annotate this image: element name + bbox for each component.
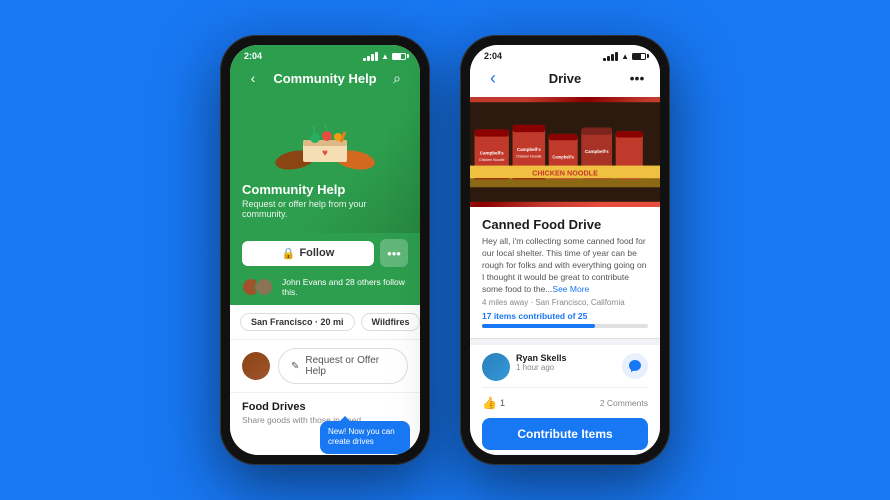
follow-row: 🔒 Follow ••• — [230, 233, 420, 273]
filter-row: San Francisco · 20 mi Wildfires Food Ele… — [230, 305, 420, 340]
time-right: 2:04 — [484, 51, 502, 61]
wifi-icon: ▲ — [381, 52, 389, 61]
cans-svg: Campbell's Chicken Noodle Campbell's Chi… — [470, 97, 660, 207]
svg-text:Chicken Noodle: Chicken Noodle — [516, 154, 541, 158]
phone2-header: ‹ Drive ••• — [470, 63, 660, 97]
status-icons-left: ▲ — [363, 52, 406, 61]
wifi-icon-right: ▲ — [621, 52, 629, 61]
comment-time: 1 hour ago — [516, 363, 616, 372]
drive-content: Canned Food Drive Hey all, i'm collectin… — [470, 207, 660, 339]
status-bar-left: 2:04 ▲ — [230, 45, 420, 63]
followers-text: John Evans and 28 others follow this. — [282, 277, 408, 297]
follower-avatar-2 — [255, 278, 273, 296]
status-bar-right: 2:04 ▲ — [470, 45, 660, 63]
time-left: 2:04 — [244, 51, 262, 61]
filter-chip-location[interactable]: San Francisco · 20 mi — [240, 313, 355, 331]
svg-text:Campbell's: Campbell's — [552, 154, 574, 159]
banner-title: Community Help — [242, 182, 345, 197]
community-banner: ♥ Community Help Requ — [230, 97, 420, 233]
progress-bar-fill — [482, 324, 595, 328]
like-reaction: 👍 1 — [482, 396, 505, 410]
commenter-avatar — [482, 353, 510, 381]
follower-avatars — [242, 278, 268, 296]
comment-info: Ryan Skells 1 hour ago — [516, 353, 616, 372]
comment-row: Ryan Skells 1 hour ago — [482, 353, 648, 381]
see-more-link[interactable]: See More — [552, 284, 589, 294]
request-offer-button[interactable]: ✎ Request or Offer Help — [278, 348, 408, 384]
svg-text:Campbell's: Campbell's — [517, 147, 541, 152]
svg-text:Campbell's: Campbell's — [585, 149, 609, 154]
filter-chip-wildfires[interactable]: Wildfires — [361, 313, 420, 331]
phones-container: 2:04 ▲ — [220, 35, 670, 465]
reactions-row: 👍 1 2 Comments — [482, 392, 648, 414]
comment-divider — [482, 387, 648, 388]
signal-icon-right — [603, 52, 618, 61]
status-icons-right: ▲ — [603, 52, 646, 61]
food-drives-section: Food Drives Share goods with those in ne… — [230, 393, 420, 433]
request-row: ✎ Request or Offer Help — [230, 340, 420, 393]
like-emoji: 👍 — [482, 396, 497, 410]
svg-text:Chicken Noodle: Chicken Noodle — [479, 158, 504, 162]
banner-illustration: ♥ — [242, 109, 408, 174]
contribute-button[interactable]: Contribute Items — [482, 418, 648, 450]
drive-meta: 4 miles away · San Francisco, California — [482, 298, 648, 307]
battery-icon-right — [632, 53, 646, 60]
drive-title: Canned Food Drive — [482, 217, 648, 232]
more-button[interactable]: ••• — [380, 239, 408, 267]
search-button[interactable]: ⌕ — [386, 67, 408, 89]
svg-text:♥: ♥ — [322, 148, 328, 159]
canned-food-image: Campbell's Chicken Noodle Campbell's Chi… — [470, 97, 660, 207]
back-button-right[interactable]: ‹ — [482, 67, 504, 89]
phone1-header: ‹ Community Help ⌕ — [230, 63, 420, 97]
hands-illustration: ♥ — [265, 112, 385, 172]
edit-icon: ✎ — [291, 361, 299, 372]
drive-description: Hey all, i'm collecting some canned food… — [482, 236, 648, 295]
messenger-button[interactable] — [622, 353, 648, 379]
signal-icon — [363, 52, 378, 61]
like-count: 1 — [500, 398, 505, 408]
svg-text:Campbell's: Campbell's — [480, 151, 504, 156]
progress-bar — [482, 324, 648, 328]
request-offer-label: Request or Offer Help — [305, 355, 395, 377]
followers-row: John Evans and 28 others follow this. — [230, 273, 420, 305]
more-button-right[interactable]: ••• — [626, 67, 648, 89]
drive-progress-label: 17 items contributed of 25 — [482, 311, 648, 321]
comments-count: 2 Comments — [600, 398, 648, 408]
phone2-title: Drive — [549, 71, 582, 86]
follow-button[interactable]: 🔒 Follow — [242, 241, 374, 266]
commenter-name: Ryan Skells — [516, 353, 616, 363]
page-background: 2:04 ▲ — [0, 0, 890, 500]
svg-text:CHICKEN NOODLE: CHICKEN NOODLE — [532, 169, 598, 178]
phone1-title: Community Help — [273, 71, 376, 86]
battery-icon — [392, 53, 406, 60]
phone-right-screen: 2:04 ▲ — [470, 45, 660, 455]
follow-button-label: Follow — [299, 247, 334, 259]
section-title: Food Drives — [242, 401, 408, 413]
banner-subtitle: Request or offer help from your communit… — [242, 199, 408, 219]
phone-left-screen: 2:04 ▲ — [230, 45, 420, 455]
phone-left: 2:04 ▲ — [220, 35, 430, 465]
phone-right: 2:04 ▲ — [460, 35, 670, 465]
comment-section: Ryan Skells 1 hour ago — [470, 345, 660, 455]
tooltip-bubble: New! Now you can create drives — [320, 421, 410, 454]
user-avatar — [242, 352, 270, 380]
back-button-left[interactable]: ‹ — [242, 67, 264, 89]
messenger-icon — [628, 359, 642, 373]
lock-icon: 🔒 — [282, 247, 296, 260]
